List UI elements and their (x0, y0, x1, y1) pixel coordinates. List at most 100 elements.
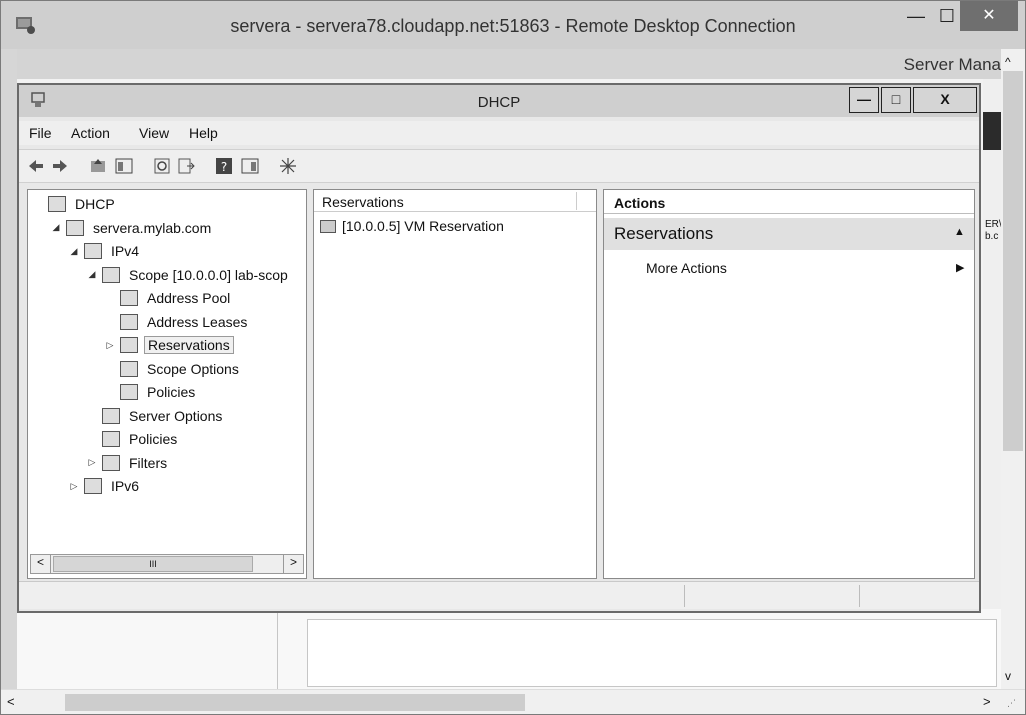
scroll-up-arrow-icon[interactable]: ^ (1005, 55, 1011, 69)
tree-node[interactable]: ◢ IPv4 (68, 241, 142, 261)
server-options-icon (102, 407, 120, 424)
dhcp-close-button[interactable]: X (913, 87, 977, 113)
server-manager-panel (307, 619, 997, 687)
tree-node-label: IPv6 (111, 478, 140, 494)
ipv4-icon (84, 243, 102, 259)
tree-horizontal-scrollbar[interactable]: < III > (30, 554, 304, 574)
server-icon (66, 219, 84, 236)
scroll-thumb[interactable] (65, 694, 525, 711)
tree-node[interactable]: Server Options (86, 406, 225, 426)
ipv6-icon (84, 478, 102, 494)
console-tree: DHCP ◢ servera.mylab.com ◢ IPv4 ◢ Scope [10.0.… (27, 189, 307, 579)
tree-node[interactable]: Address Pool (104, 288, 233, 308)
rdp-close-button[interactable]: ✕ (960, 1, 1018, 31)
actions-pane: Actions Reservations ▲ More Actions ▶ (603, 189, 975, 579)
tree-node-label: Scope [10.0.0.0] lab-scop (129, 266, 288, 283)
up-folder-icon[interactable] (89, 157, 107, 175)
tree-node-label: Filters (129, 454, 168, 471)
refresh-icon[interactable] (153, 157, 171, 175)
scroll-right-arrow-icon[interactable]: > (283, 555, 303, 573)
results-pane: Reservations [10.0.0.5] VM Reservation (313, 189, 597, 579)
expander-arrow-icon[interactable]: ◢ (50, 222, 62, 233)
actions-title: Actions (614, 195, 666, 211)
expander-arrow-icon[interactable]: ◢ (86, 269, 98, 280)
scroll-down-arrow-icon[interactable]: v (1005, 669, 1011, 683)
menu-action[interactable]: Action (71, 125, 110, 141)
menu-view[interactable]: View (139, 125, 169, 141)
menu-bar: File Action View Help (19, 121, 979, 145)
dhcp-star-icon[interactable] (279, 157, 297, 175)
scroll-left-arrow-icon[interactable]: < (7, 694, 15, 709)
dhcp-maximize-button[interactable]: □ (881, 87, 911, 113)
dhcp-window: DHCP — □ X File Action View Help ? DHCP ◢… (17, 83, 981, 613)
dhcp-minimize-button[interactable]: — (849, 87, 879, 113)
collapse-arrow-icon[interactable]: ▲ (954, 226, 965, 238)
tree-node-label: Server Options (129, 407, 223, 424)
reservations-icon (120, 337, 138, 353)
expander-arrow-icon[interactable]: ▷ (104, 340, 116, 351)
show-hide-tree-icon[interactable] (115, 157, 133, 175)
address-pool-icon (120, 290, 138, 306)
tree-node[interactable]: Policies (86, 429, 180, 449)
status-divider (684, 585, 685, 607)
column-header[interactable]: Reservations (314, 190, 596, 212)
expander-arrow-icon[interactable]: ◢ (68, 246, 80, 257)
menu-file[interactable]: File (29, 125, 52, 141)
tree-node[interactable]: ▷ IPv6 (68, 476, 142, 496)
export-list-icon[interactable] (177, 157, 195, 175)
actions-group-label: Reservations (614, 224, 714, 243)
server-manager-dark-block (983, 112, 1001, 150)
scroll-left-arrow-icon[interactable]: < (31, 555, 51, 573)
tree-node[interactable]: Scope Options (104, 359, 242, 379)
tree-node-label: Reservations (144, 336, 234, 354)
tree-node[interactable]: ◢ servera.mylab.com (50, 218, 214, 238)
expander-arrow-icon[interactable]: ▷ (86, 457, 98, 468)
scroll-thumb[interactable] (1003, 71, 1023, 451)
forward-icon[interactable] (51, 157, 69, 175)
tree-node-label: Address Leases (147, 313, 248, 330)
policies-icon (120, 384, 138, 400)
tree-node-label: Policies (129, 431, 178, 447)
column-header-reservations[interactable]: Reservations (322, 194, 404, 210)
svg-text:?: ? (221, 160, 227, 174)
scope-options-icon (120, 360, 138, 377)
column-separator[interactable] (576, 192, 577, 210)
help-icon[interactable]: ? (215, 157, 233, 175)
tree-node[interactable]: Policies (104, 382, 198, 402)
rdp-title-bar[interactable]: servera - servera78.cloudapp.net:51863 -… (1, 1, 1025, 49)
scroll-right-arrow-icon[interactable]: > (983, 694, 991, 709)
tree-node[interactable]: DHCP (32, 194, 118, 214)
server-manager-title: Server Mana (903, 55, 1001, 74)
server-manager-lower-area (17, 609, 1001, 689)
tree-node-label: Scope Options (147, 360, 239, 377)
scope-folder-icon (102, 266, 120, 283)
tree-node-label: Address Pool (147, 290, 231, 306)
expander-arrow-icon[interactable]: ▷ (68, 481, 80, 492)
rdp-vertical-scrollbar[interactable]: ^ v (1001, 49, 1025, 689)
dhcp-title: DHCP (477, 94, 521, 111)
actions-group-reservations[interactable]: Reservations ▲ (604, 218, 974, 250)
address-leases-icon (120, 313, 138, 330)
status-divider (859, 585, 860, 607)
list-item[interactable]: [10.0.0.5] VM Reservation (320, 218, 504, 234)
divider (277, 609, 278, 689)
show-hide-action-pane-icon[interactable] (241, 157, 259, 175)
server-manager-right-strip: ER\ b.c (983, 79, 1002, 689)
rdp-window: servera - servera78.cloudapp.net:51863 -… (0, 0, 1026, 715)
tree-node[interactable]: ▷ Reservations (104, 335, 234, 355)
tree-node[interactable]: ▷ Filters (86, 453, 170, 473)
tree-node[interactable]: ◢ Scope [10.0.0.0] lab-scop (86, 265, 291, 285)
policies-icon (102, 431, 120, 447)
dhcp-title-bar[interactable]: DHCP — □ X (19, 85, 979, 117)
resize-grip-icon[interactable]: ⋰ (1007, 698, 1016, 709)
submenu-arrow-icon[interactable]: ▶ (956, 261, 964, 274)
tree-node[interactable]: Address Leases (104, 312, 250, 332)
tree-node-label: servera.mylab.com (93, 219, 212, 236)
more-actions-item[interactable]: More Actions (646, 260, 727, 276)
toolbar: ? (19, 149, 979, 183)
menu-help[interactable]: Help (189, 125, 218, 141)
back-icon[interactable] (27, 157, 45, 175)
dhcp-icon (48, 196, 66, 212)
rdp-horizontal-scrollbar[interactable]: < > ⋰ (1, 689, 1025, 714)
scroll-thumb[interactable]: III (53, 556, 253, 572)
